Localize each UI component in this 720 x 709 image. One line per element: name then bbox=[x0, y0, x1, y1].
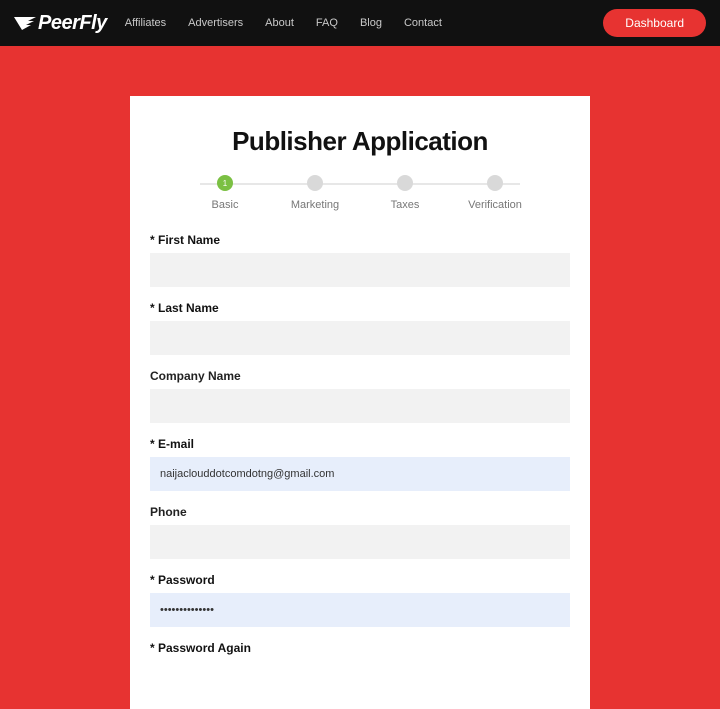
password-input[interactable] bbox=[150, 593, 570, 627]
nav-advertisers[interactable]: Advertisers bbox=[188, 17, 243, 29]
step-label-2: Marketing bbox=[291, 199, 339, 211]
company-input[interactable] bbox=[150, 389, 570, 423]
company-label: Company Name bbox=[150, 369, 570, 383]
last-name-label: * Last Name bbox=[150, 301, 570, 315]
stepper: 1 Basic Marketing Taxes Verification bbox=[190, 175, 530, 211]
step-dot-4 bbox=[487, 175, 503, 191]
password2-label: * Password Again bbox=[150, 641, 570, 655]
first-name-label: * First Name bbox=[150, 233, 570, 247]
step-label-4: Verification bbox=[468, 199, 522, 211]
step-basic[interactable]: 1 Basic bbox=[190, 175, 260, 211]
nav-links: Affiliates Advertisers About FAQ Blog Co… bbox=[125, 17, 442, 29]
brand-text: PeerFly bbox=[38, 12, 107, 35]
field-last-name: * Last Name bbox=[150, 301, 570, 355]
field-password-again: * Password Again bbox=[150, 641, 570, 655]
nav-about[interactable]: About bbox=[265, 17, 294, 29]
application-card: Publisher Application 1 Basic Marketing … bbox=[130, 96, 590, 709]
phone-label: Phone bbox=[150, 505, 570, 519]
field-password: * Password bbox=[150, 573, 570, 627]
phone-input[interactable] bbox=[150, 525, 570, 559]
wing-icon bbox=[14, 15, 36, 31]
password-label: * Password bbox=[150, 573, 570, 587]
field-first-name: * First Name bbox=[150, 233, 570, 287]
step-marketing[interactable]: Marketing bbox=[280, 175, 350, 211]
step-label-3: Taxes bbox=[391, 199, 420, 211]
last-name-input[interactable] bbox=[150, 321, 570, 355]
field-company: Company Name bbox=[150, 369, 570, 423]
field-phone: Phone bbox=[150, 505, 570, 559]
logo[interactable]: PeerFly bbox=[14, 12, 107, 35]
dashboard-button[interactable]: Dashboard bbox=[603, 9, 706, 37]
page-title: Publisher Application bbox=[150, 126, 570, 157]
first-name-input[interactable] bbox=[150, 253, 570, 287]
field-email: * E-mail bbox=[150, 437, 570, 491]
step-dot-2 bbox=[307, 175, 323, 191]
step-dot-3 bbox=[397, 175, 413, 191]
step-taxes[interactable]: Taxes bbox=[370, 175, 440, 211]
top-nav: PeerFly Affiliates Advertisers About FAQ… bbox=[0, 0, 720, 46]
nav-faq[interactable]: FAQ bbox=[316, 17, 338, 29]
step-label-1: Basic bbox=[212, 199, 239, 211]
email-label: * E-mail bbox=[150, 437, 570, 451]
email-input[interactable] bbox=[150, 457, 570, 491]
nav-blog[interactable]: Blog bbox=[360, 17, 382, 29]
nav-contact[interactable]: Contact bbox=[404, 17, 442, 29]
step-verification[interactable]: Verification bbox=[460, 175, 530, 211]
page: Publisher Application 1 Basic Marketing … bbox=[0, 46, 720, 709]
nav-affiliates[interactable]: Affiliates bbox=[125, 17, 166, 29]
step-dot-1: 1 bbox=[217, 175, 233, 191]
